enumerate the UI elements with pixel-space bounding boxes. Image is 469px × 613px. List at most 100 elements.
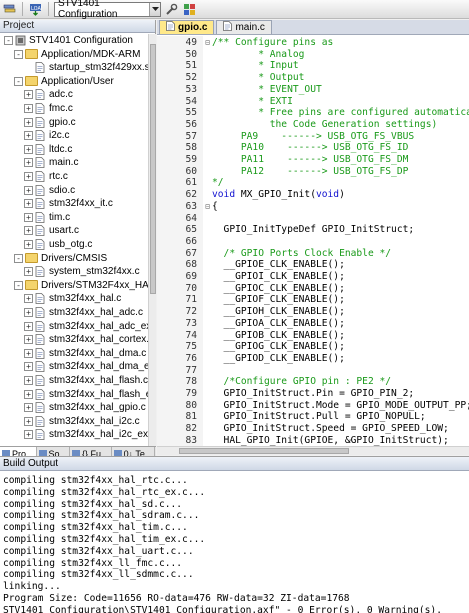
line-number: 73	[185, 317, 197, 329]
manage-components-icon[interactable]	[182, 2, 197, 17]
expand-icon[interactable]: +	[24, 321, 33, 331]
expand-icon[interactable]: +	[24, 185, 33, 195]
tree-folder[interactable]: - Drivers/STM32F4xx_HAL_D	[14, 279, 148, 292]
chevron-down-icon[interactable]	[149, 2, 160, 16]
line-number: 59	[185, 154, 197, 165]
tree-file[interactable]: + stm32f4xx_hal_adc_ex.c	[24, 320, 148, 333]
file-icon	[35, 239, 46, 250]
expand-icon[interactable]: +	[24, 199, 33, 209]
tree-folder[interactable]: - STV1401 Configuration	[4, 34, 133, 47]
scrollbar-thumb[interactable]	[179, 448, 349, 454]
line-number: 61	[185, 177, 197, 189]
tree-file[interactable]: + stm32f4xx_hal_cortex.c	[24, 333, 148, 346]
tree-file[interactable]: + usart.c	[24, 224, 79, 237]
expand-icon[interactable]: +	[24, 267, 33, 277]
tree-item-label: usb_otg.c	[49, 239, 93, 250]
file-icon	[35, 375, 46, 386]
line-number: 52	[185, 72, 197, 84]
tree-file[interactable]: + stm32f4xx_hal_adc.c	[24, 306, 143, 319]
collapse-icon[interactable]: -	[4, 36, 13, 45]
tree-file[interactable]: startup_stm32f429xx.s	[24, 61, 148, 74]
expand-icon[interactable]: +	[24, 389, 33, 399]
expand-icon[interactable]: +	[24, 376, 33, 385]
expand-icon[interactable]: +	[24, 362, 33, 372]
expand-icon[interactable]: +	[24, 90, 33, 100]
editor-horizontal-scrollbar[interactable]	[157, 446, 469, 455]
expand-icon[interactable]: +	[24, 212, 33, 222]
tree-file[interactable]: + adc.c	[24, 88, 73, 101]
tree-file[interactable]: + stm32f4xx_hal_dma.c	[24, 347, 146, 360]
expand-icon[interactable]: +	[24, 335, 33, 345]
tree-folder[interactable]: - Application/User	[14, 75, 114, 88]
expand-icon[interactable]: +	[24, 403, 33, 413]
code-line: 57 PA9 ------> USB_OTG_FS_VBUS	[157, 131, 469, 143]
tree-item-label: sdio.c	[49, 184, 76, 196]
expand-icon[interactable]: +	[24, 348, 33, 358]
tree-folder[interactable]: - Drivers/CMSIS	[14, 252, 107, 265]
code-text: /* GPIO Ports Clock Enable */	[212, 247, 392, 259]
expand-icon[interactable]: +	[24, 104, 33, 113]
download-icon[interactable]: LOAD	[28, 2, 43, 17]
expand-icon[interactable]: +	[24, 308, 33, 317]
tree-file[interactable]: + stm32f4xx_hal.c	[24, 292, 121, 305]
tree-file[interactable]: + stm32f4xx_hal_i2c.c	[24, 415, 140, 428]
expand-icon[interactable]: +	[24, 117, 33, 127]
expand-icon[interactable]: +	[24, 131, 33, 141]
expand-icon[interactable]: +	[24, 226, 33, 236]
tree-file[interactable]: + fmc.c	[24, 102, 73, 115]
expand-icon[interactable]: +	[24, 294, 33, 304]
tree-file[interactable]: + system_stm32f4xx.c	[24, 265, 140, 278]
tree-item-label: stm32f4xx_hal_flash.c	[49, 375, 148, 386]
code-line: 64	[157, 213, 469, 225]
code-text: /*Configure GPIO pin : PE2 */	[212, 376, 392, 388]
editor-tab[interactable]: main.c	[216, 20, 272, 34]
scrollbar-thumb[interactable]	[150, 44, 156, 294]
collapse-icon[interactable]: -	[14, 49, 23, 59]
line-number: 55	[185, 107, 197, 119]
tree-file[interactable]: + rtc.c	[24, 170, 68, 183]
tree-file[interactable]: + stm32f4xx_hal_dma_ex	[24, 360, 148, 373]
tree-file[interactable]: + stm32f4xx_it.c	[24, 197, 113, 210]
tree-file[interactable]: + stm32f4xx_hal_gpio.c	[24, 401, 146, 414]
expand-icon[interactable]: +	[24, 172, 33, 181]
tree-file[interactable]: + stm32f4xx_hal_i2c_ex.c	[24, 428, 148, 441]
code-text: PA12 ------> USB_OTG_FS_DP	[212, 165, 409, 177]
file-icon	[35, 157, 46, 169]
line-number: 62	[185, 189, 197, 201]
line-number: 67	[185, 247, 197, 259]
tree-file[interactable]: + stm32f4xx_hal_flash_ex	[24, 388, 148, 401]
tree-file[interactable]: + usb_otg.c	[24, 238, 92, 251]
stack-icon[interactable]	[2, 2, 17, 17]
code-line: 69 __GPIOI_CLK_ENABLE();	[157, 271, 469, 283]
target-select[interactable]: STV1401 Configuration	[54, 0, 161, 20]
expand-icon[interactable]: +	[24, 144, 33, 154]
file-icon	[35, 320, 46, 332]
fold-toggle-icon[interactable]: ⊟	[204, 37, 211, 49]
project-tree-scrollbar[interactable]	[148, 34, 156, 446]
tree-file[interactable]: + sdio.c	[24, 184, 75, 197]
target-options-icon[interactable]	[164, 2, 179, 17]
tree-file[interactable]: + gpio.c	[24, 116, 76, 129]
expand-icon[interactable]: +	[24, 240, 33, 249]
tree-file[interactable]: + stm32f4xx_hal_flash.c	[24, 374, 148, 387]
editor-tab[interactable]: gpio.c	[159, 20, 215, 34]
code-text: GPIO_InitStruct.Mode = GPIO_MODE_OUTPUT_…	[212, 399, 469, 411]
collapse-icon[interactable]: -	[14, 280, 23, 290]
expand-icon[interactable]: +	[24, 416, 33, 426]
collapse-icon[interactable]: -	[14, 253, 23, 263]
tree-folder[interactable]: - Application/MDK-ARM	[14, 48, 140, 61]
svg-text:LOAD: LOAD	[31, 6, 42, 12]
collapse-icon[interactable]: -	[14, 76, 23, 86]
expand-icon[interactable]: +	[24, 158, 33, 168]
expand-icon[interactable]: +	[24, 430, 33, 440]
tree-file[interactable]: + tim.c	[24, 211, 70, 224]
tree-file[interactable]: + main.c	[24, 156, 78, 169]
tree-file[interactable]: + ltdc.c	[24, 143, 72, 156]
build-output-text[interactable]: compiling stm32f4xx_hal_rtc.c... compilin…	[3, 475, 467, 613]
tree-item-label: stm32f4xx_hal_flash_ex	[49, 388, 148, 400]
code-text: __GPIOD_CLK_ENABLE();	[212, 352, 345, 364]
code-line: 77	[157, 365, 469, 377]
code-area[interactable]: 49 ⊟/** Configure pins as 50 * Analog 51 * …	[157, 36, 469, 446]
tree-file[interactable]: + i2c.c	[24, 129, 70, 142]
fold-toggle-icon[interactable]: ⊟	[204, 201, 211, 213]
